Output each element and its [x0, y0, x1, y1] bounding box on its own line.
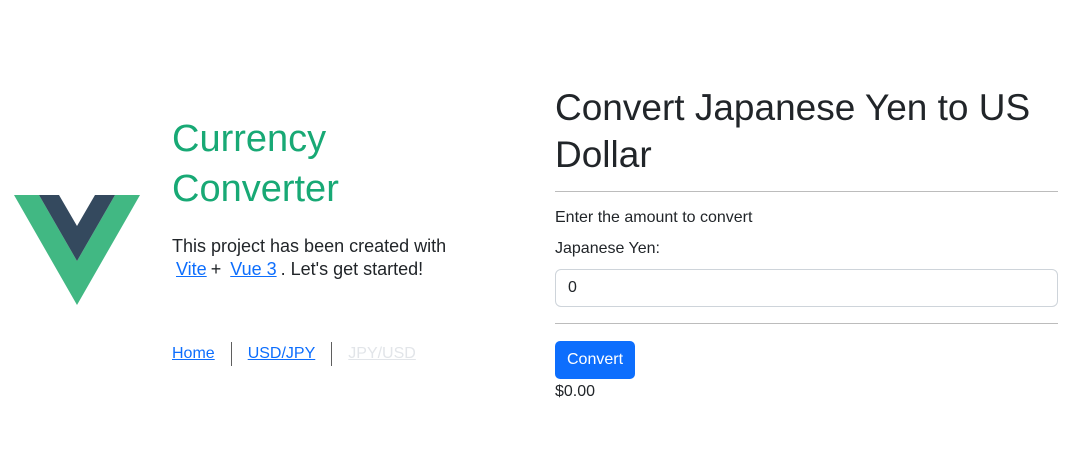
nav-divider [331, 342, 333, 366]
main-nav: Home USD/JPY JPY/USD [172, 342, 416, 366]
amount-prompt: Enter the amount to convert [555, 209, 753, 226]
nav-link-jpy-usd[interactable]: JPY/USD [348, 342, 416, 366]
divider [555, 323, 1058, 324]
nav-link-usd-jpy[interactable]: USD/JPY [248, 342, 316, 366]
convert-button[interactable]: Convert [555, 341, 636, 379]
divider [555, 191, 1058, 192]
page: Currency Converter This project has been… [0, 0, 1092, 450]
app-title: Currency Converter [172, 118, 339, 210]
nav-link-home[interactable]: Home [172, 342, 215, 366]
nav-divider [230, 342, 232, 366]
vite-link[interactable]: Vite [176, 259, 207, 279]
hero: Currency Converter This project has been… [172, 114, 472, 281]
yen-field-label: Japanese Yen: [555, 240, 660, 257]
converter-title: Convert Japanese Yen to US Dollar [555, 87, 1031, 175]
subtitle-prefix: This project has been created with [172, 236, 447, 256]
subtitle-plus: + [210, 259, 222, 279]
yen-amount-input[interactable] [555, 269, 1058, 307]
conversion-result: $0.00 [555, 383, 596, 400]
subtitle-suffix: . Let's get started! [280, 259, 424, 279]
vue-logo-icon [14, 195, 140, 305]
hero-subtitle: This project has been created with Vite +… [172, 235, 472, 281]
converter-panel: Convert Japanese Yen to US Dollar Enter … [555, 84, 1058, 402]
vue-link[interactable]: Vue 3 [230, 259, 276, 279]
